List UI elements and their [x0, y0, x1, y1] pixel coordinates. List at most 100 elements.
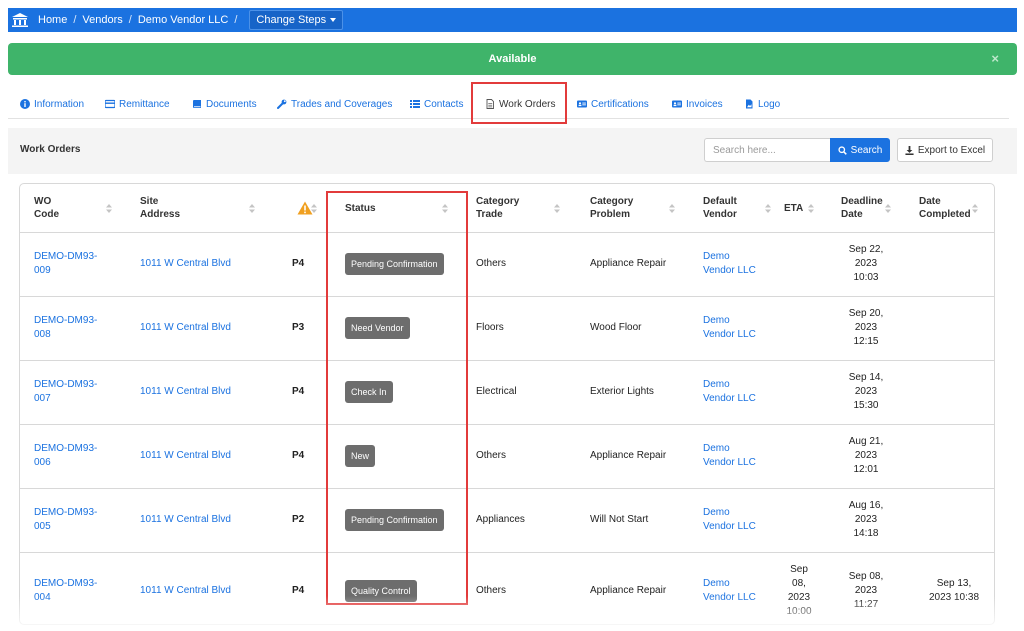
breadcrumb-home[interactable]: Home: [38, 14, 67, 26]
header-category-trade[interactable]: Category Trade: [476, 184, 576, 232]
book-icon: [193, 100, 201, 108]
category-trade-value: Electrical: [476, 386, 517, 397]
export-to-excel-button[interactable]: Export to Excel: [897, 138, 993, 162]
priority-value: P2: [292, 514, 305, 525]
status-banner-text: Available: [488, 53, 537, 65]
change-steps-dropdown[interactable]: Change Steps: [249, 10, 344, 30]
work-orders-table: WO Code Site Address Status Category Trade …: [19, 183, 995, 625]
site-address-link[interactable]: 1011 W Central Blvd: [140, 424, 280, 488]
category-trade-value: Floors: [476, 322, 504, 333]
table-row: DEMO-DM93- 006 1011 W Central Blvd P4 New…: [20, 424, 994, 489]
tab-trades-and-coverages[interactable]: Trades and Coverages: [277, 94, 392, 114]
category-problem-value: Will Not Start: [590, 514, 649, 525]
default-vendor-link[interactable]: Demo Vendor LLC: [703, 296, 773, 360]
site-address-link[interactable]: 1011 W Central Blvd: [140, 552, 280, 624]
priority-value: P4: [292, 258, 305, 269]
table-row: DEMO-DM93- 004 1011 W Central Blvd P4 Qua…: [20, 552, 994, 624]
vendor-tabs: Information Remittance Documents Trades …: [8, 94, 1009, 119]
priority-value: P4: [292, 450, 305, 461]
image-file-icon: [746, 99, 753, 109]
status-badge: Need Vendor: [345, 317, 410, 339]
category-trade-value: Appliances: [476, 514, 525, 525]
default-vendor-link[interactable]: Demo Vendor LLC: [703, 360, 773, 424]
category-problem-value: Exterior Lights: [590, 386, 654, 397]
category-trade-value: Others: [476, 258, 507, 269]
header-eta[interactable]: ETA: [784, 184, 824, 232]
wo-code-link[interactable]: DEMO-DM93- 005: [34, 488, 134, 552]
sort-icon[interactable]: [106, 204, 112, 213]
tab-certifications[interactable]: Certifications: [577, 94, 649, 114]
status-cell: Quality Control: [345, 552, 475, 624]
search-input[interactable]: [704, 138, 830, 162]
table-row: DEMO-DM93- 007 1011 W Central Blvd P4 Che…: [20, 360, 994, 425]
id-card-icon: [577, 100, 587, 108]
breadcrumb-vendors[interactable]: Vendors: [82, 14, 122, 26]
tab-documents[interactable]: Documents: [192, 94, 257, 114]
sort-icon[interactable]: [808, 204, 814, 213]
category-trade-value: Others: [476, 585, 507, 596]
wo-code-link[interactable]: DEMO-DM93- 007: [34, 360, 134, 424]
breadcrumb-vendor[interactable]: Demo Vendor LLC: [138, 14, 229, 26]
breadcrumb-separator: /: [234, 14, 238, 26]
header-wo-code[interactable]: WO Code: [34, 184, 130, 232]
sort-icon[interactable]: [669, 204, 675, 213]
priority-value: P4: [292, 585, 305, 596]
status-badge: Check In: [345, 381, 393, 403]
deadline-date-value: Sep 08, 2023 11:27: [848, 571, 884, 610]
header-date-completed[interactable]: Date Completed: [919, 184, 979, 232]
default-vendor-link[interactable]: Demo Vendor LLC: [703, 424, 773, 488]
table-row: DEMO-DM93- 009 1011 W Central Blvd P4 Pen…: [20, 232, 994, 297]
tab-contacts[interactable]: Contacts: [410, 94, 463, 114]
status-cell: Pending Confirmation: [345, 232, 475, 296]
tab-invoices[interactable]: Invoices: [672, 94, 723, 114]
deadline-date-value: Aug 21, 2023 12:01: [848, 436, 884, 475]
wo-code-link[interactable]: DEMO-DM93- 009: [34, 232, 134, 296]
site-address-link[interactable]: 1011 W Central Blvd: [140, 296, 280, 360]
tab-remittance[interactable]: Remittance: [105, 94, 170, 114]
status-badge: Quality Control: [345, 580, 417, 602]
category-problem-value: Wood Floor: [590, 322, 642, 333]
sort-icon[interactable]: [885, 204, 891, 213]
sort-icon[interactable]: [442, 204, 448, 213]
sort-icon[interactable]: [972, 204, 978, 213]
deadline-date-value: Sep 22, 2023 10:03: [848, 244, 884, 283]
site-address-link[interactable]: 1011 W Central Blvd: [140, 232, 280, 296]
category-trade-value: Others: [476, 450, 507, 461]
default-vendor-link[interactable]: Demo Vendor LLC: [703, 232, 773, 296]
panel-title: Work Orders: [20, 144, 81, 155]
sort-icon[interactable]: [311, 204, 317, 213]
tab-logo[interactable]: Logo: [744, 94, 780, 114]
sort-icon[interactable]: [554, 204, 560, 213]
tab-information[interactable]: Information: [20, 94, 84, 114]
status-cell: Check In: [345, 360, 475, 424]
search-button-label: Search: [850, 144, 883, 156]
header-default-vendor[interactable]: Default Vendor: [703, 184, 773, 232]
header-category-problem[interactable]: Category Problem: [590, 184, 690, 232]
change-steps-label: Change Steps: [256, 14, 327, 26]
table-header-row: WO Code Site Address Status Category Trade …: [20, 184, 994, 233]
breadcrumb-separator: /: [73, 14, 77, 26]
close-icon[interactable]: ×: [991, 51, 999, 66]
sort-icon[interactable]: [249, 204, 255, 213]
status-cell: New: [345, 424, 475, 488]
site-address-link[interactable]: 1011 W Central Blvd: [140, 488, 280, 552]
site-address-link[interactable]: 1011 W Central Blvd: [140, 360, 280, 424]
category-problem-value: Appliance Repair: [590, 258, 667, 269]
header-deadline-date[interactable]: Deadline Date: [841, 184, 901, 232]
deadline-date-value: Sep 20, 2023 12:15: [848, 308, 884, 347]
default-vendor-link[interactable]: Demo Vendor LLC: [703, 552, 773, 624]
search-button[interactable]: Search: [830, 138, 890, 162]
bank-icon[interactable]: [12, 13, 28, 27]
wo-code-link[interactable]: DEMO-DM93- 008: [34, 296, 134, 360]
wo-code-link[interactable]: DEMO-DM93- 006: [34, 424, 134, 488]
header-site-address[interactable]: Site Address: [140, 184, 280, 232]
card-icon: [105, 99, 115, 109]
info-icon: [20, 99, 30, 109]
sort-icon[interactable]: [765, 204, 771, 213]
tab-work-orders[interactable]: Work Orders: [485, 94, 556, 114]
default-vendor-link[interactable]: Demo Vendor LLC: [703, 488, 773, 552]
status-badge: Pending Confirmation: [345, 253, 444, 275]
wo-code-link[interactable]: DEMO-DM93- 004: [34, 552, 134, 624]
export-button-label: Export to Excel: [917, 144, 986, 156]
status-badge: New: [345, 445, 376, 467]
